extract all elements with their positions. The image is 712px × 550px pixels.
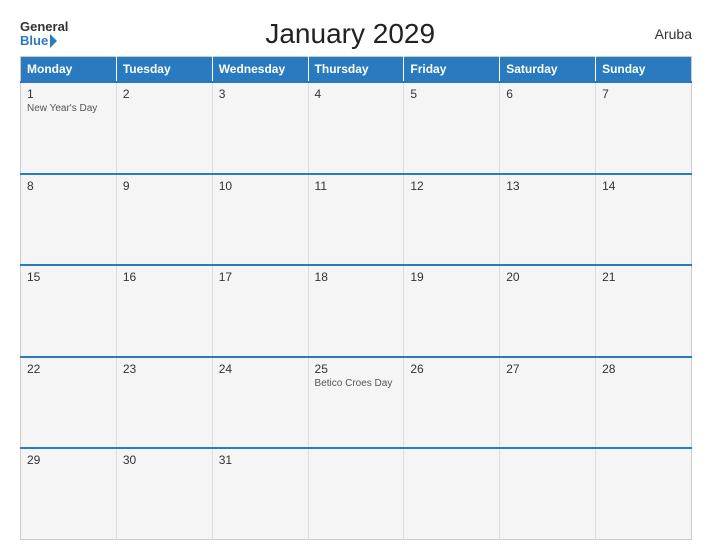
day-number: 13 xyxy=(506,179,589,193)
calendar-cell: 8 xyxy=(21,174,117,266)
day-number: 4 xyxy=(315,87,398,101)
day-number: 6 xyxy=(506,87,589,101)
day-number: 20 xyxy=(506,270,589,284)
calendar-cell: 16 xyxy=(116,265,212,357)
day-number: 26 xyxy=(410,362,493,376)
day-number: 2 xyxy=(123,87,206,101)
day-number: 8 xyxy=(27,179,110,193)
calendar-cell: 1 New Year's Day xyxy=(21,82,117,174)
calendar-cell: 9 xyxy=(116,174,212,266)
calendar-header-row: MondayTuesdayWednesdayThursdayFridaySatu… xyxy=(21,57,692,83)
day-number: 17 xyxy=(219,270,302,284)
calendar-cell: 27 xyxy=(500,357,596,449)
day-number: 14 xyxy=(602,179,685,193)
day-number: 3 xyxy=(219,87,302,101)
day-number: 19 xyxy=(410,270,493,284)
calendar-cell: 13 xyxy=(500,174,596,266)
country-label: Aruba xyxy=(632,26,692,42)
calendar-cell xyxy=(500,448,596,540)
calendar-cell xyxy=(596,448,692,540)
day-number: 27 xyxy=(506,362,589,376)
day-number: 25 xyxy=(315,362,398,376)
calendar-cell: 21 xyxy=(596,265,692,357)
day-number: 12 xyxy=(410,179,493,193)
day-number: 15 xyxy=(27,270,110,284)
calendar-cell: 10 xyxy=(212,174,308,266)
logo: General Blue xyxy=(20,20,68,49)
day-number: 21 xyxy=(602,270,685,284)
column-header-saturday: Saturday xyxy=(500,57,596,83)
page: General Blue January 2029 Aruba MondayTu… xyxy=(0,0,712,550)
calendar-cell: 20 xyxy=(500,265,596,357)
calendar-week-row: 22 23 24 25 Betico Croes Day 26 27 28 xyxy=(21,357,692,449)
calendar-cell xyxy=(308,448,404,540)
calendar-week-row: 29 30 31 xyxy=(21,448,692,540)
day-number: 18 xyxy=(315,270,398,284)
header: General Blue January 2029 Aruba xyxy=(20,18,692,50)
day-number: 9 xyxy=(123,179,206,193)
calendar-cell: 3 xyxy=(212,82,308,174)
calendar-title: January 2029 xyxy=(68,18,632,50)
column-header-thursday: Thursday xyxy=(308,57,404,83)
calendar-cell: 24 xyxy=(212,357,308,449)
calendar-cell: 2 xyxy=(116,82,212,174)
logo-triangle-icon xyxy=(50,34,57,48)
day-number: 30 xyxy=(123,453,206,467)
day-number: 5 xyxy=(410,87,493,101)
day-number: 7 xyxy=(602,87,685,101)
calendar-cell xyxy=(404,448,500,540)
day-number: 11 xyxy=(315,179,398,193)
column-header-tuesday: Tuesday xyxy=(116,57,212,83)
day-number: 31 xyxy=(219,453,302,467)
calendar-cell: 28 xyxy=(596,357,692,449)
calendar-cell: 11 xyxy=(308,174,404,266)
calendar-week-row: 1 New Year's Day 234567 xyxy=(21,82,692,174)
calendar-cell: 25 Betico Croes Day xyxy=(308,357,404,449)
logo-blue-text: Blue xyxy=(20,34,57,48)
calendar-cell: 14 xyxy=(596,174,692,266)
day-number: 23 xyxy=(123,362,206,376)
calendar-week-row: 89 10 11 12 13 14 xyxy=(21,174,692,266)
calendar-cell: 15 xyxy=(21,265,117,357)
calendar-cell: 30 xyxy=(116,448,212,540)
calendar-cell: 23 xyxy=(116,357,212,449)
calendar-cell: 22 xyxy=(21,357,117,449)
day-number: 22 xyxy=(27,362,110,376)
holiday-label: New Year's Day xyxy=(27,103,110,114)
day-number: 29 xyxy=(27,453,110,467)
calendar-cell: 7 xyxy=(596,82,692,174)
day-number: 16 xyxy=(123,270,206,284)
column-header-friday: Friday xyxy=(404,57,500,83)
day-number: 28 xyxy=(602,362,685,376)
calendar-week-row: 15 16 17 18 19 20 21 xyxy=(21,265,692,357)
calendar-cell: 17 xyxy=(212,265,308,357)
holiday-label: Betico Croes Day xyxy=(315,378,398,389)
calendar-cell: 5 xyxy=(404,82,500,174)
calendar-cell: 19 xyxy=(404,265,500,357)
column-header-wednesday: Wednesday xyxy=(212,57,308,83)
calendar-cell: 26 xyxy=(404,357,500,449)
calendar-cell: 4 xyxy=(308,82,404,174)
calendar-cell: 6 xyxy=(500,82,596,174)
calendar-cell: 18 xyxy=(308,265,404,357)
day-number: 10 xyxy=(219,179,302,193)
logo-general-text: General xyxy=(20,20,68,34)
calendar-cell: 29 xyxy=(21,448,117,540)
calendar-table: MondayTuesdayWednesdayThursdayFridaySatu… xyxy=(20,56,692,540)
calendar-cell: 31 xyxy=(212,448,308,540)
column-header-monday: Monday xyxy=(21,57,117,83)
column-header-sunday: Sunday xyxy=(596,57,692,83)
calendar-cell: 12 xyxy=(404,174,500,266)
day-number: 1 xyxy=(27,87,110,101)
day-number: 24 xyxy=(219,362,302,376)
